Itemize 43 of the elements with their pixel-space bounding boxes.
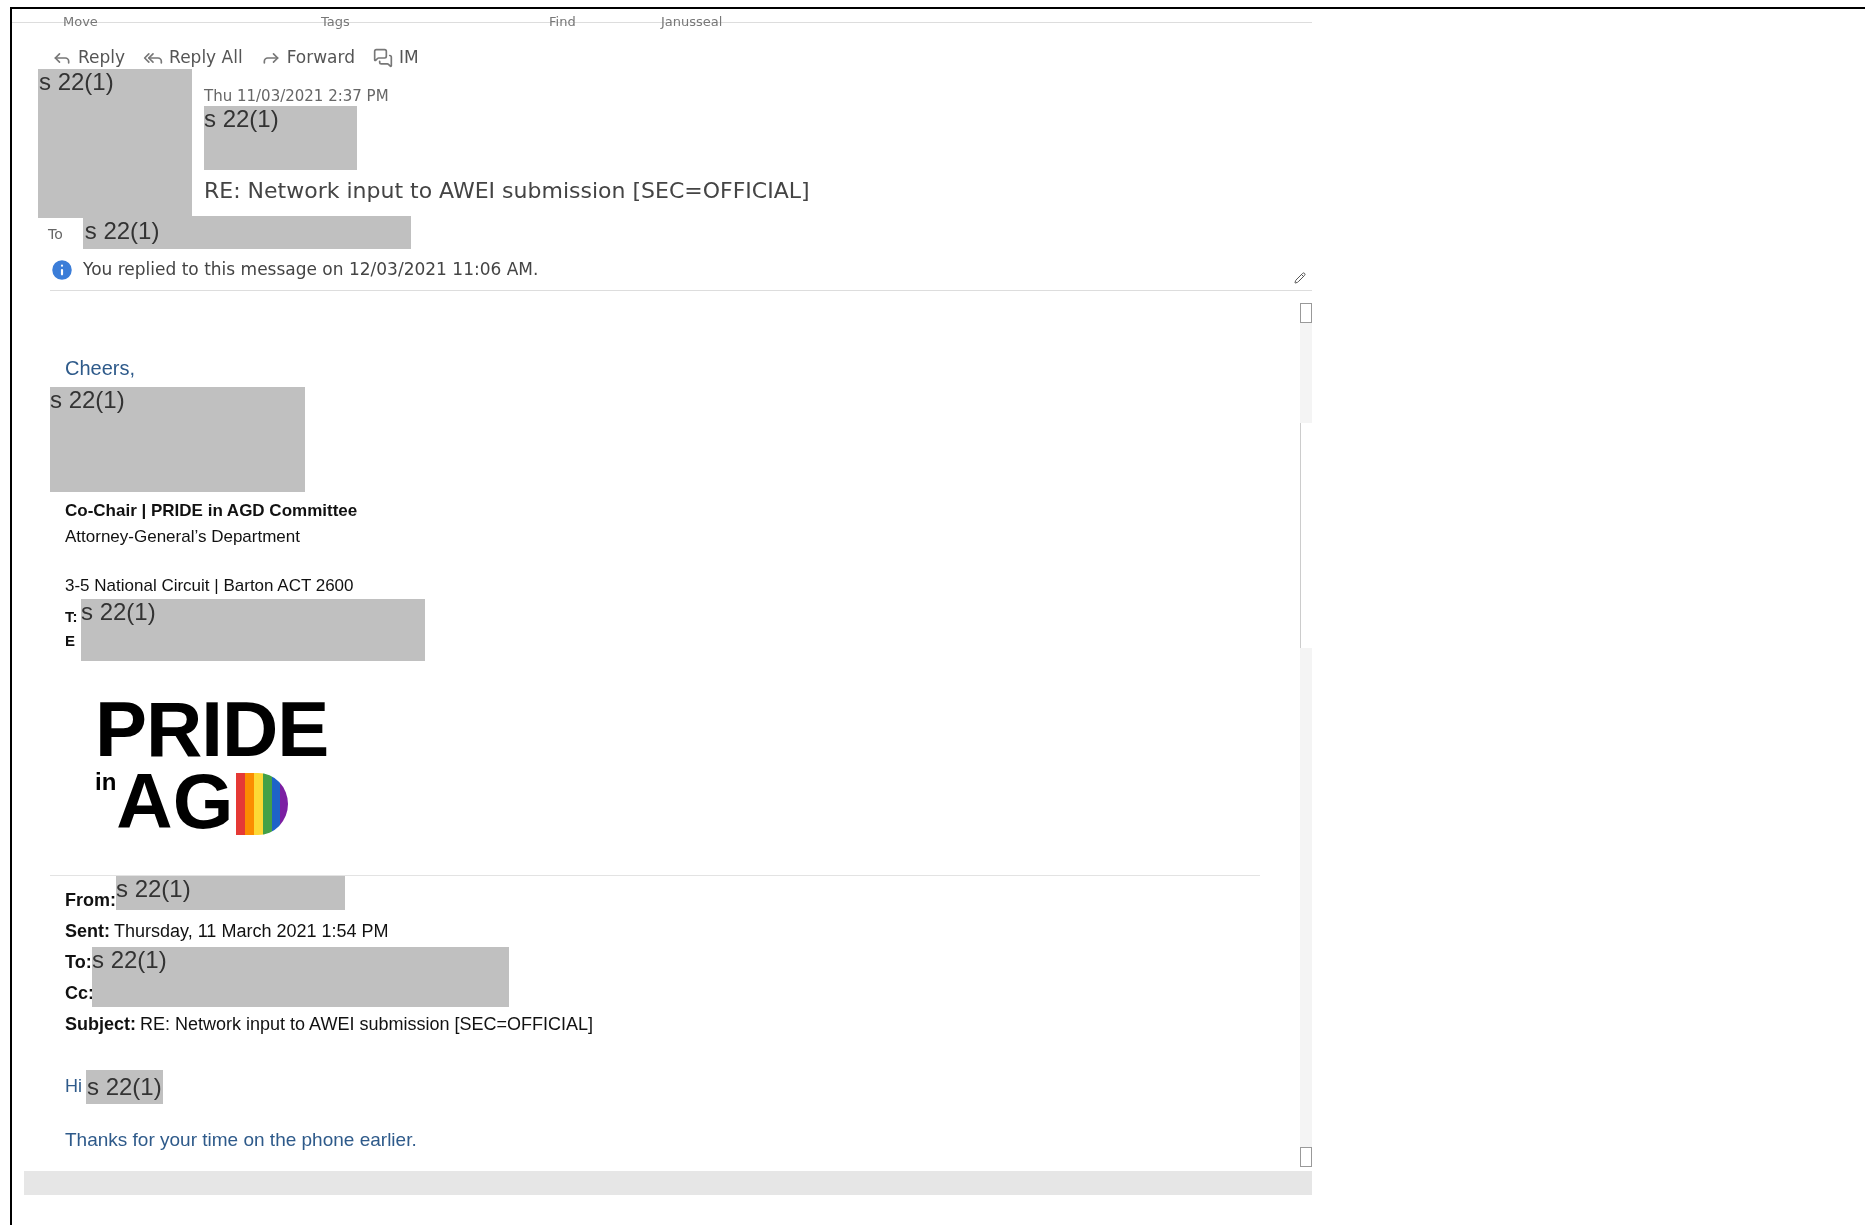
ribbon-group-label: Move: [63, 14, 98, 29]
horizontal-scrollbar[interactable]: [24, 1171, 1312, 1195]
info-message: You replied to this message on 12/03/2021 11:06 AM.: [83, 258, 539, 282]
sent-value: Thursday, 11 March 2021 1:54 PM: [114, 919, 389, 943]
subject-value: RE: Network input to AWEI submission [SEC=OFFICIAL]: [140, 1012, 593, 1036]
message-date: Thu 11/03/2021 2:37 PM: [204, 87, 390, 105]
to-label: To:: [65, 950, 92, 974]
rainbow-stripes-drawing: [236, 772, 289, 835]
greeting-text: Hi: [65, 1075, 82, 1098]
redacted-block: s 22(1): [82, 216, 411, 249]
info-icon: [49, 257, 75, 283]
redacted-block: s 22(1): [81, 598, 425, 661]
ribbon-group-label: Tags: [321, 14, 350, 29]
signature-department: Attorney-General’s Department: [65, 525, 301, 548]
redacted-block: s 22(1): [86, 1069, 163, 1104]
logo-text: PRIDE: [95, 692, 330, 765]
cc-label: Cc:: [65, 981, 92, 1005]
ribbon-group-label: Janusseal: [661, 14, 723, 29]
closing-text: Cheers,: [65, 356, 137, 381]
toolbar-button[interactable]: Reply: [52, 45, 126, 71]
redacted-block: s 22(1): [204, 106, 357, 170]
message-subject: RE: Network input to AWEI submission [SEC=OFFICIAL]: [204, 177, 810, 205]
signature-address: 3-5 National Circuit | Barton ACT 2600: [65, 575, 355, 597]
toolbar-button[interactable]: Forward: [260, 45, 356, 71]
ribbon-group-label: Find: [549, 14, 576, 29]
phone-label: T:: [65, 606, 79, 627]
toolbar-button[interactable]: IM: [373, 45, 419, 71]
redacted-block: s 22(1): [38, 69, 192, 218]
redacted-block: s 22(1): [116, 875, 345, 910]
message-text: Thanks for your time on the phone earlier.: [65, 1127, 418, 1152]
email-label: E: [65, 630, 76, 651]
redacted-block: s 22(1): [92, 946, 509, 1007]
chat-icon: [373, 48, 394, 68]
logo-text: in: [95, 768, 117, 795]
sent-label: Sent:: [65, 919, 110, 943]
signature-title: Co-Chair | PRIDE in AGD Committee: [65, 500, 359, 522]
redacted-block: s 22(1): [50, 387, 305, 492]
to-label: To: [48, 225, 63, 244]
toolbar-button[interactable]: Reply All: [143, 45, 243, 71]
logo-text: AG: [116, 764, 234, 837]
pencil-icon: [1294, 272, 1306, 284]
from-label: From:: [65, 888, 116, 912]
subject-label: Subject:: [65, 1012, 136, 1036]
